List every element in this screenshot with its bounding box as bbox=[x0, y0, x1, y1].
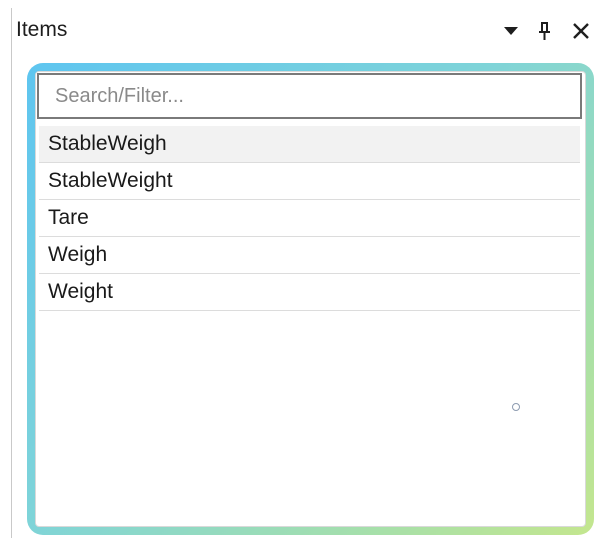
items-panel: Items Search/Filter... StableWeigh Stabl… bbox=[0, 0, 597, 542]
busy-cursor-icon bbox=[512, 403, 520, 411]
pin-icon bbox=[539, 22, 550, 40]
search-filter-box[interactable] bbox=[37, 73, 582, 119]
search-input[interactable] bbox=[39, 75, 580, 117]
close-icon bbox=[573, 23, 589, 39]
panel-menu-button[interactable] bbox=[499, 19, 523, 43]
list-item[interactable]: StableWeigh bbox=[39, 126, 580, 163]
close-button[interactable] bbox=[569, 19, 593, 43]
list-item[interactable]: Tare bbox=[39, 200, 580, 237]
triangle-down-icon bbox=[504, 27, 518, 35]
panel-title: Items bbox=[16, 18, 68, 41]
list-frame: StableWeigh StableWeight Tare Weigh Weig… bbox=[27, 63, 594, 535]
items-list: StableWeigh StableWeight Tare Weigh Weig… bbox=[39, 126, 580, 311]
panel-title-bar: Items bbox=[12, 10, 597, 50]
list-container: StableWeigh StableWeight Tare Weigh Weig… bbox=[35, 71, 586, 527]
panel-left-border bbox=[11, 8, 12, 538]
list-item[interactable]: Weigh bbox=[39, 237, 580, 274]
list-item[interactable]: StableWeight bbox=[39, 163, 580, 200]
pin-button[interactable] bbox=[533, 19, 557, 43]
list-item[interactable]: Weight bbox=[39, 274, 580, 311]
